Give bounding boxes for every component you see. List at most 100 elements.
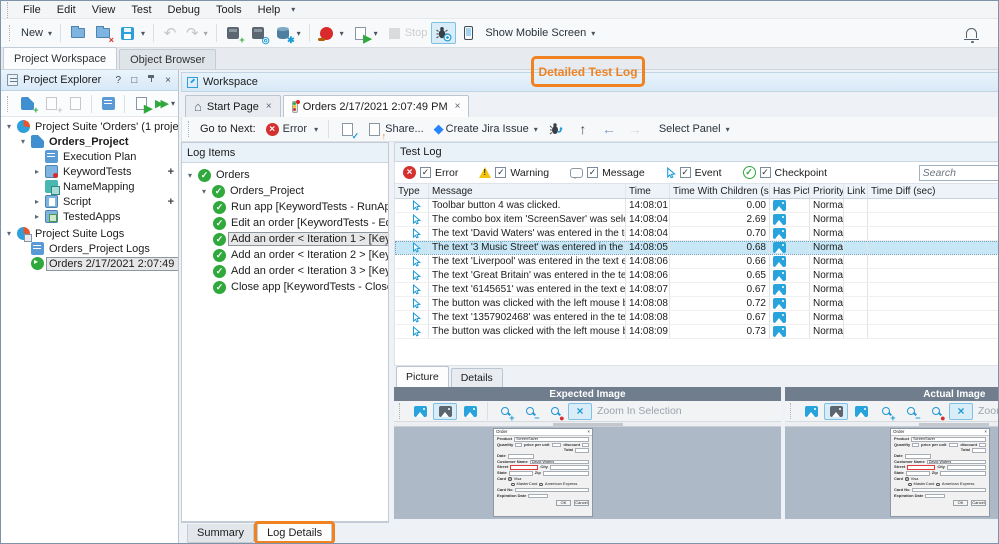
toolbar-grip[interactable] [188, 121, 191, 137]
tree-item-namemapping[interactable]: NameMapping [1, 179, 178, 194]
menu-view[interactable]: View [84, 3, 124, 17]
close-tab-button[interactable]: × [455, 101, 461, 112]
table-row[interactable]: The button was clicked with the left mou… [395, 297, 999, 311]
tree-item-testedapps[interactable]: ▸TestedApps [1, 209, 178, 224]
debug-toggle-button[interactable] [431, 22, 456, 44]
picture-icon[interactable] [773, 326, 786, 337]
new-item-button[interactable]: + [39, 93, 63, 115]
tree-item-keywordtests[interactable]: ▸KeywordTests+ [1, 164, 178, 179]
undo-button[interactable]: ↶ [158, 22, 182, 44]
select-panel-button[interactable]: Select Panel▾ [655, 118, 734, 140]
expander-icon[interactable]: ▾ [18, 137, 28, 146]
tree-item-script[interactable]: ▸Script+ [1, 194, 178, 209]
create-jira-issue-button[interactable]: ◆Create Jira Issue▾ [430, 118, 542, 140]
toolbar-grip[interactable] [399, 403, 402, 419]
menu-edit[interactable]: Edit [49, 3, 84, 17]
zoom-out-button[interactable]: − [899, 403, 923, 420]
log-item-add-order-1[interactable]: Add an order < Iteration 1 > [Keywor... [182, 231, 388, 247]
help-button[interactable]: ? [113, 75, 125, 86]
picture-icon[interactable] [773, 298, 786, 309]
new-button[interactable]: New▾ [17, 22, 56, 44]
table-row[interactable]: Toolbar button 4 was clicked. 14:08:01 0… [395, 199, 999, 213]
open-button[interactable] [65, 22, 90, 44]
share-button[interactable]: ↑Share... [362, 118, 428, 140]
go-up-button[interactable]: ↑ [571, 118, 595, 140]
expander-icon[interactable]: ▸ [32, 212, 42, 221]
picture-icon[interactable] [773, 228, 786, 239]
log-item-orders-project[interactable]: ▾Orders_Project [182, 183, 388, 199]
error-checkbox[interactable] [420, 167, 431, 178]
log-item-close-app[interactable]: Close app [KeywordTests - CloseApp] [182, 279, 388, 295]
picture-icon[interactable] [773, 242, 786, 253]
picture-icon[interactable] [773, 200, 786, 211]
menu-help[interactable]: Help [250, 3, 289, 17]
picture-icon[interactable] [773, 256, 786, 267]
pan-mode-button[interactable] [433, 403, 457, 420]
export-log-button[interactable]: ✓ [335, 118, 360, 140]
copy-image-button[interactable] [408, 403, 432, 420]
log-item-run-app[interactable]: Run app [KeywordTests - RunApp] [182, 199, 388, 215]
picture-icon[interactable] [773, 312, 786, 323]
tree-item-project-logs[interactable]: Orders_Project Logs [1, 241, 178, 256]
table-row-selected[interactable]: The text '3 Music Street' was entered in… [395, 241, 999, 255]
menu-file[interactable]: File [15, 3, 49, 17]
warning-checkbox[interactable] [495, 167, 506, 178]
tree-item-execution-plan[interactable]: Execution Plan [1, 149, 178, 164]
execution-plan-button[interactable] [96, 93, 120, 115]
column-header-message[interactable]: Message [429, 184, 626, 198]
toolbar-grip[interactable] [790, 403, 793, 419]
go-to-next-error-button[interactable]: Error▾ [262, 118, 322, 140]
zoom-reset-button[interactable]: ● [543, 403, 567, 420]
tree-item-log-orders[interactable]: Orders 2/17/2021 2:07:49 PM [1, 256, 178, 271]
forward-button[interactable]: → [623, 118, 647, 140]
table-row[interactable]: The text 'Liverpool' was entered in the … [395, 255, 999, 269]
expander-icon[interactable]: ▾ [4, 229, 14, 238]
table-row[interactable]: The text '6145651' was entered in the te… [395, 283, 999, 297]
show-mobile-screen-button[interactable]: Show Mobile Screen▾ [481, 22, 599, 44]
picture-icon[interactable] [773, 284, 786, 295]
menu-test[interactable]: Test [123, 3, 159, 17]
copy-image-button[interactable] [799, 403, 823, 420]
toolbar-grip[interactable] [9, 25, 12, 41]
column-header-time-diff[interactable]: Time Diff (sec) [868, 184, 999, 198]
expander-icon[interactable]: ▾ [185, 171, 195, 180]
record-button[interactable]: ▾ [314, 22, 348, 44]
menu-debug[interactable]: Debug [160, 3, 208, 17]
tab-log-details[interactable]: Log Details [257, 524, 332, 543]
toolbar-grip[interactable] [7, 96, 10, 112]
event-checkbox[interactable] [680, 167, 691, 178]
zoom-slider[interactable] [785, 422, 999, 427]
column-header-has-picture[interactable]: Has Picture [770, 184, 810, 198]
log-item-edit-order[interactable]: Edit an order [KeywordTests - EditOrd... [182, 215, 388, 231]
log-item-add-order-2[interactable]: Add an order < Iteration 2 > [Keywor... [182, 247, 388, 263]
mobile-screen-button[interactable] [456, 22, 481, 44]
column-header-time[interactable]: Time [626, 184, 670, 198]
pan-mode-button[interactable] [824, 403, 848, 420]
open-item-button[interactable] [63, 93, 87, 115]
tab-picture[interactable]: Picture [396, 366, 449, 387]
tab-orders-log[interactable]: Orders 2/17/2021 2:07:49 PM× [283, 95, 470, 117]
maximize-button[interactable]: □ [128, 75, 140, 86]
stop-button[interactable]: Stop [382, 22, 432, 44]
expander-icon[interactable]: ▾ [199, 187, 209, 196]
message-checkbox[interactable] [587, 167, 598, 178]
fit-to-window-button[interactable]: × [568, 403, 592, 420]
tree-item-orders-project[interactable]: ▾Orders_Project [1, 134, 178, 149]
save-button[interactable]: ▾ [115, 22, 149, 44]
close-tab-button[interactable]: × [266, 101, 272, 112]
menu-tools[interactable]: Tools [208, 3, 250, 17]
picture-icon[interactable] [773, 270, 786, 281]
log-item-add-order-3[interactable]: Add an order < Iteration 3 > [Keywor... [182, 263, 388, 279]
expander-icon[interactable]: ▸ [32, 197, 42, 206]
zoom-reset-button[interactable]: ● [924, 403, 948, 420]
rerun-with-debug-button[interactable] [544, 118, 569, 140]
column-header-link[interactable]: Link [844, 184, 868, 198]
run-test-button[interactable]: ▶▾ [348, 22, 382, 44]
zoom-slider[interactable] [394, 422, 781, 427]
tab-object-browser[interactable]: Object Browser [119, 49, 216, 69]
table-row[interactable]: The text 'Great Britain' was entered in … [395, 269, 999, 283]
table-row[interactable]: The combo box item 'ScreenSaver' was sel… [395, 213, 999, 227]
log-item-orders[interactable]: ▾Orders [182, 167, 388, 183]
notifications-button[interactable] [963, 25, 980, 42]
tab-start-page[interactable]: ⌂Start Page× [185, 95, 281, 117]
